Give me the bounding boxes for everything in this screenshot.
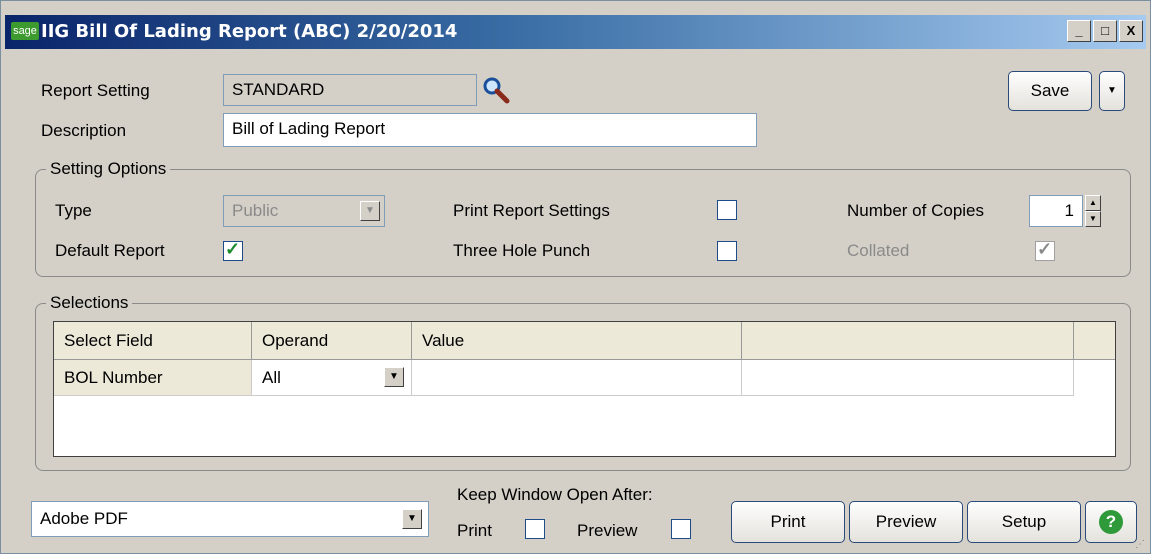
- save-button-label: Save: [1030, 81, 1070, 100]
- type-label: Type: [55, 201, 92, 220]
- value-cell[interactable]: [412, 360, 742, 396]
- selections-grid: Select Field Operand Value BOL Number Al…: [53, 321, 1116, 457]
- window-title: IIG Bill Of Lading Report (ABC) 2/20/201…: [41, 21, 458, 42]
- maximize-button[interactable]: □: [1093, 20, 1117, 42]
- description-label: Description: [41, 121, 127, 140]
- collated-label: Collated: [847, 241, 910, 260]
- printer-select[interactable]: Adobe PDF ▼: [31, 501, 429, 537]
- setup-button[interactable]: Setup: [967, 501, 1081, 543]
- preview-button[interactable]: Preview: [849, 501, 963, 543]
- search-icon[interactable]: [481, 75, 511, 105]
- checkmark-icon: ✓: [225, 239, 241, 259]
- default-report-checkbox[interactable]: ✓: [223, 239, 243, 261]
- keep-open-preview-label: Preview: [577, 521, 638, 540]
- column-header-value[interactable]: Value: [412, 322, 742, 360]
- spin-down-icon[interactable]: ▼: [1085, 211, 1101, 227]
- spin-up-icon[interactable]: ▲: [1085, 195, 1101, 211]
- number-of-copies-label: Number of Copies: [847, 201, 985, 220]
- checkmark-icon: ✓: [1037, 239, 1053, 259]
- chevron-down-icon[interactable]: ▼: [360, 201, 380, 221]
- close-button[interactable]: X: [1119, 20, 1143, 42]
- report-setting-field[interactable]: STANDARD: [223, 74, 477, 106]
- number-of-copies-field[interactable]: 1: [1029, 195, 1083, 227]
- keep-open-print-checkbox[interactable]: [525, 519, 545, 539]
- collated-checkbox[interactable]: ✓: [1035, 239, 1055, 261]
- three-hole-punch-label: Three Hole Punch: [453, 241, 591, 260]
- column-header-extra: [742, 322, 1074, 360]
- print-button-label: Print: [770, 512, 806, 531]
- select-field-cell: BOL Number: [54, 360, 252, 396]
- operand-cell[interactable]: All ▼: [252, 360, 412, 396]
- default-report-label: Default Report: [55, 241, 165, 260]
- report-setting-label: Report Setting: [41, 81, 150, 100]
- resize-grip-icon[interactable]: ⋰: [1135, 539, 1149, 553]
- print-report-settings-label: Print Report Settings: [453, 201, 610, 220]
- extra-cell: [742, 360, 1074, 396]
- three-hole-punch-checkbox[interactable]: [717, 241, 737, 261]
- chevron-down-icon[interactable]: ▼: [384, 367, 404, 387]
- type-select[interactable]: Public ▼: [223, 195, 385, 227]
- chevron-down-icon[interactable]: ▼: [402, 509, 422, 529]
- report-window: sage IIG Bill Of Lading Report (ABC) 2/2…: [0, 0, 1151, 554]
- column-header-filler: [1074, 322, 1115, 360]
- description-field[interactable]: Bill of Lading Report: [223, 113, 757, 147]
- setup-button-label: Setup: [1001, 512, 1047, 531]
- type-value: Public: [232, 201, 279, 220]
- preview-button-label: Preview: [875, 512, 937, 531]
- keep-window-open-label: Keep Window Open After:: [457, 485, 653, 504]
- operand-value: All: [262, 368, 281, 387]
- chevron-down-icon: ▼: [1107, 85, 1117, 96]
- printer-value: Adobe PDF: [40, 509, 128, 528]
- help-button[interactable]: ?: [1085, 501, 1137, 543]
- column-header-operand[interactable]: Operand: [252, 322, 412, 360]
- column-header-select-field[interactable]: Select Field: [54, 322, 252, 360]
- keep-open-preview-checkbox[interactable]: [671, 519, 691, 539]
- save-dropdown-button[interactable]: ▼: [1099, 71, 1125, 111]
- save-button[interactable]: Save: [1008, 71, 1092, 111]
- print-report-settings-checkbox[interactable]: [717, 200, 737, 220]
- keep-open-print-label: Print: [457, 521, 492, 540]
- setting-options-legend: Setting Options: [50, 159, 167, 178]
- sage-logo-icon: sage: [11, 22, 39, 40]
- selections-legend: Selections: [50, 293, 129, 312]
- print-button[interactable]: Print: [731, 501, 845, 543]
- title-bar[interactable]: sage IIG Bill Of Lading Report (ABC) 2/2…: [5, 15, 1146, 49]
- minimize-button[interactable]: _: [1067, 20, 1091, 42]
- help-icon: ?: [1099, 510, 1123, 534]
